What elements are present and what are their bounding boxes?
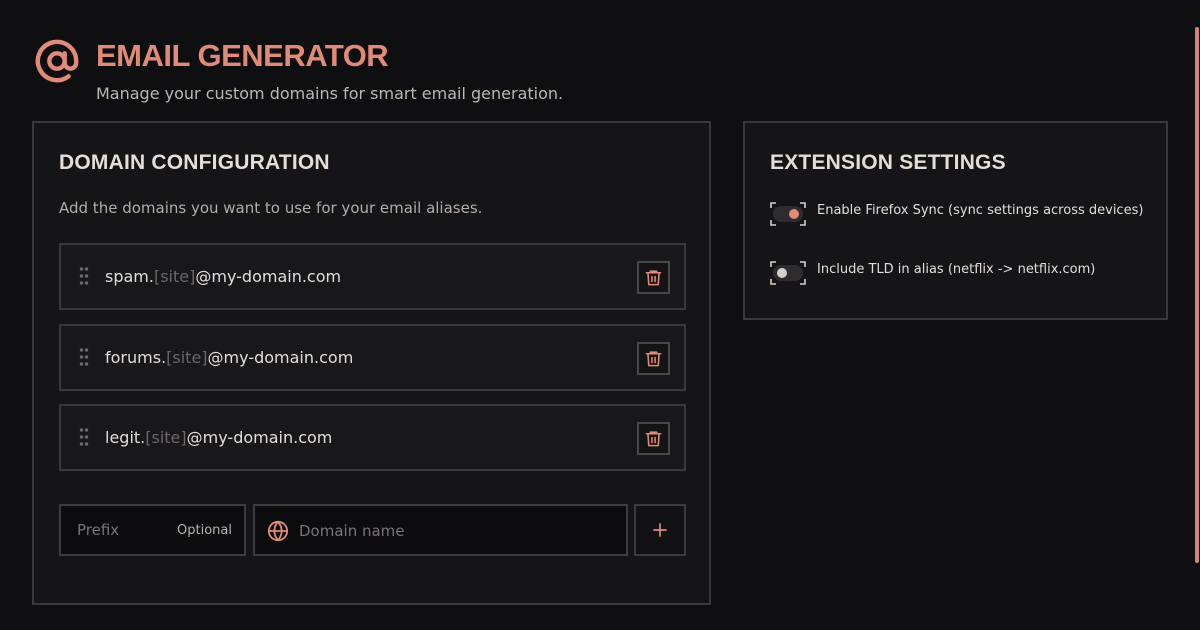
firefox-sync-label: Enable Firefox Sync (sync settings acros… <box>817 203 1144 218</box>
domain-name-input[interactable] <box>299 519 614 543</box>
alias-prefix: forums. <box>105 348 167 367</box>
alias-prefix: legit. <box>105 428 146 447</box>
add-domain-button[interactable] <box>634 504 686 556</box>
alias-site-token: [site] <box>166 348 208 367</box>
domain-alias-text: forums.[site]@my-domain.com <box>105 348 353 367</box>
trash-icon <box>645 270 662 286</box>
alias-site-token: [site] <box>153 267 196 286</box>
include-tld-toggle[interactable] <box>770 261 806 285</box>
domain-configuration-panel: DOMAIN CONFIGURATION Add the domains you… <box>32 121 711 605</box>
scrollbar[interactable] <box>1195 27 1199 563</box>
prefix-input[interactable]: Prefix Optional <box>59 504 246 556</box>
firefox-sync-toggle[interactable] <box>770 202 806 226</box>
globe-icon <box>267 520 289 542</box>
domain-list-item[interactable]: spam.[site]@my-domain.com <box>59 243 686 310</box>
plus-icon <box>653 523 667 537</box>
trash-icon <box>645 431 662 447</box>
optional-label: Optional <box>177 523 232 538</box>
domain-configuration-description: Add the domains you want to use for your… <box>59 199 483 217</box>
page-subtitle: Manage your custom domains for smart ema… <box>96 84 564 103</box>
alias-domain: @my-domain.com <box>186 428 333 447</box>
include-tld-label: Include TLD in alias (netflix -> netflix… <box>817 262 1096 277</box>
prefix-placeholder: Prefix <box>77 521 120 539</box>
domain-name-field[interactable] <box>253 504 628 556</box>
domain-configuration-title: DOMAIN CONFIGURATION <box>59 151 330 174</box>
drag-handle-icon[interactable] <box>79 427 89 447</box>
at-sign-icon <box>35 39 79 83</box>
delete-domain-button[interactable] <box>637 422 670 455</box>
domain-alias-text: spam.[site]@my-domain.com <box>105 267 341 286</box>
alias-site-token: [site] <box>145 428 187 447</box>
drag-handle-icon[interactable] <box>79 347 89 367</box>
trash-icon <box>645 351 662 367</box>
alias-domain: @my-domain.com <box>207 348 354 367</box>
alias-domain: @my-domain.com <box>195 267 342 286</box>
delete-domain-button[interactable] <box>637 342 670 375</box>
delete-domain-button[interactable] <box>637 261 670 294</box>
domain-list-item[interactable]: forums.[site]@my-domain.com <box>59 324 686 391</box>
drag-handle-icon[interactable] <box>79 266 89 286</box>
extension-settings-title: EXTENSION SETTINGS <box>770 151 1006 174</box>
toggle-knob-off <box>777 268 787 278</box>
alias-prefix: spam. <box>105 267 154 286</box>
domain-list-item[interactable]: legit.[site]@my-domain.com <box>59 404 686 471</box>
extension-settings-panel: EXTENSION SETTINGS Enable Firefox Sync (… <box>743 121 1168 320</box>
page-title: EMAIL GENERATOR <box>96 38 389 73</box>
domain-alias-text: legit.[site]@my-domain.com <box>105 428 332 447</box>
toggle-knob-on <box>789 209 799 219</box>
